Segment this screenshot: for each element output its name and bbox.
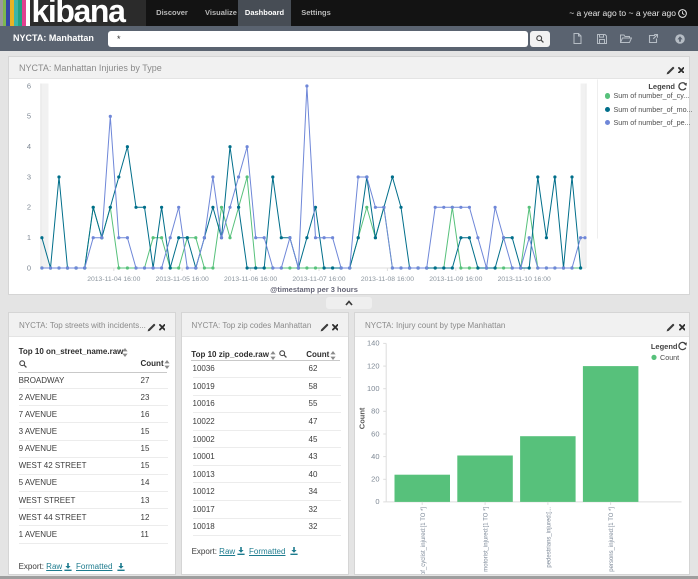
svg-text:0: 0 — [375, 497, 379, 506]
svg-text:1: 1 — [27, 233, 31, 242]
svg-text:80: 80 — [371, 406, 379, 415]
svg-text:120: 120 — [366, 361, 379, 370]
svg-text:6: 6 — [27, 81, 31, 90]
svg-text:motorist_injured:[1 TO *]: motorist_injured:[1 TO *] — [483, 506, 489, 571]
svg-text:2013-11-04 16:00: 2013-11-04 16:00 — [87, 276, 140, 283]
svg-text:persons_injured:[1 TO *]: persons_injured:[1 TO *] — [609, 506, 615, 571]
svg-text:2013-11-09 16:00: 2013-11-09 16:00 — [429, 276, 482, 283]
svg-text:3: 3 — [27, 172, 31, 181]
svg-text:5: 5 — [27, 111, 31, 120]
svg-text:2013-11-10 16:00: 2013-11-10 16:00 — [498, 276, 551, 283]
svg-text:2: 2 — [27, 202, 31, 211]
svg-text:Legend: Legend — [650, 341, 677, 350]
svg-text:@timestamp per 3 hours: @timestamp per 3 hours — [270, 285, 358, 294]
svg-text:of_cyclist_injured:[1 TO *]: of_cyclist_injured:[1 TO *] — [420, 506, 426, 574]
svg-text:40: 40 — [371, 451, 379, 460]
svg-text:pedestrians_injured:[...: pedestrians_injured:[... — [546, 506, 552, 567]
svg-text:0: 0 — [27, 263, 31, 272]
svg-text:2013-11-08 16:00: 2013-11-08 16:00 — [361, 276, 414, 283]
svg-text:4: 4 — [27, 142, 31, 151]
svg-text:100: 100 — [366, 384, 379, 393]
svg-text:Count: Count — [660, 353, 679, 362]
svg-text:20: 20 — [371, 474, 379, 483]
svg-text:2013-11-06 16:00: 2013-11-06 16:00 — [224, 276, 277, 283]
svg-text:Count: Count — [357, 407, 366, 429]
svg-text:140: 140 — [366, 338, 379, 347]
svg-text:2013-11-07 16:00: 2013-11-07 16:00 — [292, 276, 345, 283]
svg-text:60: 60 — [371, 429, 379, 438]
svg-text:2013-11-05 16:00: 2013-11-05 16:00 — [156, 276, 209, 283]
